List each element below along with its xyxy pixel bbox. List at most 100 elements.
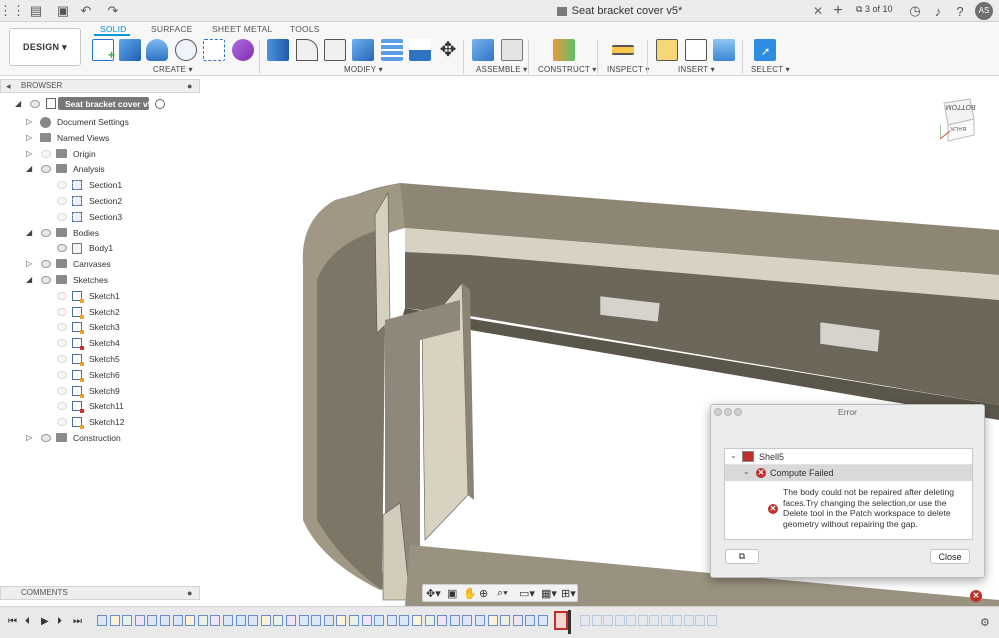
browser-item-section1[interactable]: Section1 [89,180,122,190]
visibility-eye-icon[interactable] [57,197,67,205]
chamfer-icon[interactable] [324,39,346,61]
expand-triangle-icon[interactable]: ▷ [26,149,34,158]
visibility-eye-icon[interactable] [41,228,51,237]
view-cube[interactable]: BOTTOM BACK [939,95,976,143]
go-to-start-icon[interactable]: ⏮ [8,616,17,627]
new-tab-icon[interactable]: + [830,2,846,19]
browser-panel-header[interactable]: ◂ BROWSER ● [0,79,200,93]
tab-solid[interactable]: SOLID [100,24,127,34]
timeline-feature[interactable] [475,615,485,626]
expand-triangle-icon[interactable]: ▷ [26,118,34,126]
insert-mesh-icon[interactable] [685,39,707,61]
timeline-feature[interactable] [462,615,473,626]
visibility-eye-icon[interactable] [57,323,67,332]
expand-triangle-icon[interactable]: ◢ [26,276,34,284]
collapse-browser-icon[interactable]: ◂ [6,80,11,92]
save-icon[interactable]: ▣ [55,3,71,19]
look-at-icon[interactable]: ▣ [447,587,457,600]
visibility-eye-icon[interactable] [41,149,51,158]
timeline-feature-suppressed[interactable] [649,615,659,626]
timeline-feature-suppressed[interactable] [580,615,590,626]
timeline-marker[interactable] [568,610,571,634]
grid-apps-icon[interactable]: ⋮⋮ [0,3,25,19]
timeline-feature[interactable] [97,615,107,626]
visibility-eye-icon[interactable] [57,370,67,379]
timeline-feature[interactable] [500,615,511,626]
hole-icon[interactable] [175,39,197,61]
tab-sheet-metal[interactable]: SHEET METAL [212,24,272,34]
timeline-feature-suppressed[interactable] [695,615,705,626]
group-create[interactable]: CREATE ▾ [153,65,193,74]
move-icon[interactable]: ✥ [437,39,459,61]
timeline-feature[interactable] [424,615,435,626]
timeline-feature[interactable] [147,615,158,626]
expand-triangle-icon[interactable]: ▷ [26,434,34,442]
tab-tools[interactable]: TOOLS [290,24,320,34]
step-back-icon[interactable]: ⏴ [25,616,30,627]
form-icon[interactable] [232,39,254,61]
close-tab-icon[interactable]: ✕ [813,4,823,18]
timeline-feature[interactable] [160,615,170,626]
visibility-eye-icon[interactable] [57,291,67,300]
visibility-eye-icon[interactable] [30,100,40,108]
timeline-feature[interactable] [512,615,523,626]
timeline-feature[interactable] [336,615,347,626]
timeline-feature-suppressed[interactable] [591,615,602,626]
window-close-dot[interactable] [714,408,722,416]
visibility-eye-icon[interactable] [41,276,51,284]
timeline-feature[interactable] [109,615,120,626]
visibility-eye-icon[interactable] [57,244,67,253]
fit-icon[interactable]: ⌕▾ [497,587,508,600]
select-icon[interactable]: ➚ [754,39,776,61]
insert-canvas-icon[interactable] [713,39,735,61]
close-button[interactable]: Close [930,549,970,564]
browser-item-sketch1[interactable]: Sketch1 [89,291,120,301]
offset-plane-icon[interactable] [553,39,575,61]
insert-derive-icon[interactable] [656,39,678,61]
browser-item-analysis[interactable]: Analysis [73,164,105,174]
timeline-feature[interactable] [172,615,183,626]
error-feature-row[interactable]: ⌄ Shell5 [725,449,972,465]
collapse-chevron-icon[interactable]: ⌄ [730,451,737,460]
window-minimize-dot[interactable] [724,408,732,416]
browser-item-sketches[interactable]: Sketches [73,275,108,285]
activate-radio-icon[interactable] [155,99,165,109]
browser-item-sketch11[interactable]: Sketch11 [89,401,124,411]
timeline-feature[interactable] [399,615,410,626]
play-icon[interactable]: ▶ [41,616,49,627]
pattern-icon[interactable] [203,39,225,61]
viewports-icon[interactable]: ⊞▾ [561,587,576,600]
expand-triangle-icon[interactable]: ▷ [26,133,34,142]
document-tab[interactable]: Seat bracket cover v5* ✕ [412,0,827,22]
timeline-feature[interactable] [437,615,448,626]
browser-item-named-views[interactable]: Named Views [57,133,109,143]
browser-item-sketch3[interactable]: Sketch3 [89,322,120,332]
copy-to-clipboard-button[interactable]: ⧉ [725,549,759,564]
browser-item-sketch6[interactable]: Sketch6 [89,370,120,380]
revolve-icon[interactable] [146,39,168,61]
timeline-feature[interactable] [525,615,536,626]
visibility-eye-icon[interactable] [41,434,51,442]
timeline-feature[interactable] [323,615,334,626]
error-notification-icon[interactable]: ✕ [970,590,982,602]
combine-icon[interactable] [381,39,403,61]
timeline-feature-suppressed[interactable] [637,615,648,626]
collapse-chevron-icon[interactable]: ⌄ [743,467,750,476]
timeline-feature[interactable] [248,615,259,626]
create-sketch-icon[interactable]: + [92,39,115,62]
browser-item-sketch2[interactable]: Sketch2 [89,307,120,317]
timeline-feature[interactable] [134,615,145,626]
extrude-icon[interactable] [119,39,141,61]
browser-item-bodies[interactable]: Bodies [73,228,99,238]
visibility-eye-icon[interactable] [57,386,67,395]
timeline-feature[interactable] [197,615,208,626]
timeline-feature[interactable] [273,615,284,626]
group-modify[interactable]: MODIFY ▾ [344,65,383,74]
browser-item-document-settings[interactable]: Document Settings [57,117,129,127]
timeline-feature[interactable] [386,615,397,626]
timeline-feature-suppressed[interactable] [706,615,717,626]
window-zoom-dot[interactable] [734,408,742,416]
timeline-feature-suppressed[interactable] [672,615,682,626]
browser-item-sketch4[interactable]: Sketch4 [89,338,120,348]
timeline-feature[interactable] [349,615,359,626]
